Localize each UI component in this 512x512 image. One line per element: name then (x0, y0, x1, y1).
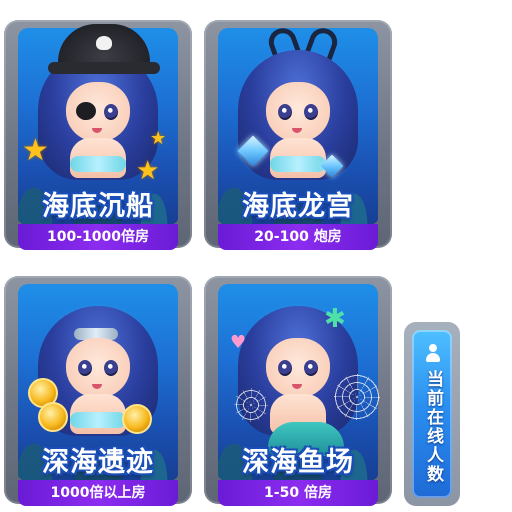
room-title: 海底沉船 (42, 191, 154, 222)
room-card-deep-sea-ruins[interactable]: 深海遗迹 1000倍以上房 (4, 276, 192, 506)
room-card-deep-sea-fishery[interactable]: ♥ ✱ 深海鱼场 1-50 倍房 (204, 276, 392, 506)
room-multiplier-badge: 1000倍以上房 (18, 480, 178, 506)
pirate-hat-icon (48, 24, 160, 74)
gold-star-icon: ★ (22, 133, 49, 168)
room-multiplier-badge: 100-1000倍房 (18, 224, 178, 250)
skull-icon (96, 36, 112, 50)
room-card-sunken-ship[interactable]: ★ ★ ★ 海底沉船 100-1000倍房 (4, 20, 192, 250)
online-players-panel: 当前在线人数 (412, 330, 452, 498)
gold-coin-icon (38, 402, 68, 432)
online-players-label: 当前在线人数 (423, 370, 443, 484)
eye-patch-icon (76, 102, 96, 120)
fishing-net-icon (334, 374, 380, 420)
person-icon (426, 344, 440, 362)
gold-coin-icon (122, 404, 152, 434)
fishing-net-icon (234, 388, 268, 422)
gold-star-icon: ★ (150, 128, 167, 149)
room-title: 海底龙宫 (242, 191, 354, 222)
room-select-screen: ★ ★ ★ 海底沉船 100-1000倍房 海底龙宫 20-100 炮房 深海遗… (0, 0, 512, 512)
room-multiplier-badge: 1-50 倍房 (218, 480, 378, 506)
heart-icon: ♥ (230, 332, 247, 353)
starfish-icon: ✱ (324, 304, 346, 334)
room-card-dragon-palace[interactable]: 海底龙宫 20-100 炮房 (204, 20, 392, 250)
online-players-tab[interactable]: 当前在线人数 (404, 322, 460, 506)
room-title: 深海鱼场 (242, 447, 354, 478)
room-title: 深海遗迹 (42, 447, 154, 478)
gold-star-icon: ★ (136, 156, 160, 186)
room-multiplier-badge: 20-100 炮房 (218, 224, 378, 250)
